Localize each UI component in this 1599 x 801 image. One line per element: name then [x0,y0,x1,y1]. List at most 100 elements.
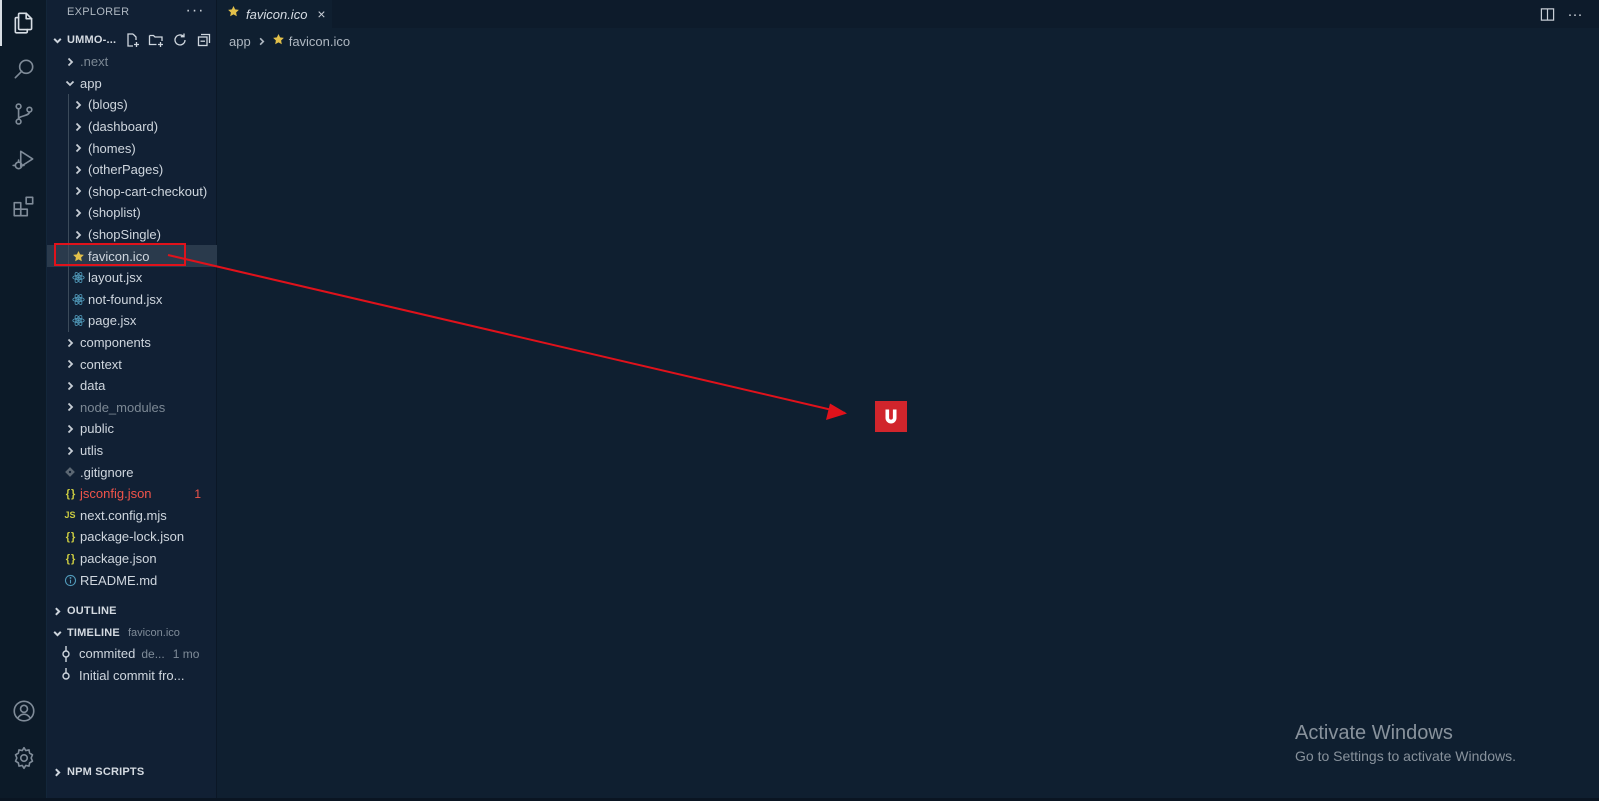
editor-tab-bar: favicon.ico × ··· [217,0,1599,28]
timeline-section-header[interactable]: TIMELINE favicon.ico [47,622,217,644]
tree-file[interactable]: layout.jsx [47,267,217,289]
tree-folder[interactable]: (otherPages) [47,159,217,181]
tree-folder[interactable]: components [47,332,217,354]
tab-favicon[interactable]: favicon.ico × [217,0,332,28]
tree-folder[interactable]: .next [47,51,217,73]
tree-item-label: (homes) [88,140,136,156]
run-debug-icon[interactable] [0,137,47,183]
search-icon[interactable] [0,46,47,92]
json-icon: { } [65,552,76,565]
npm-scripts-label: NPM SCRIPTS [67,766,145,778]
tree-folder[interactable]: public [47,418,217,440]
account-icon[interactable] [0,688,47,734]
collapse-all-icon[interactable] [193,30,215,50]
tree-item-label: .gitignore [80,464,134,480]
star-icon [227,5,240,23]
tree-item-label: page.jsx [88,313,137,329]
tree-folder[interactable]: (shop-cart-checkout) [47,181,217,203]
react-icon [70,314,86,327]
tree-file[interactable]: .gitignore [47,461,217,483]
source-control-icon[interactable] [0,91,47,137]
chevron-right-icon [70,186,86,196]
tree-item-label: package-lock.json [80,529,185,545]
tree-item-label: README.md [80,572,158,588]
tree-file[interactable]: JS next.config.mjs [47,505,217,527]
tree-item-label: .next [80,54,109,70]
settings-gear-icon[interactable] [0,735,47,781]
tree-folder[interactable]: (dashboard) [47,116,217,138]
split-editor-icon[interactable] [1537,4,1557,24]
tree-item-label: (blogs) [88,97,128,113]
timeline-entry[interactable]: Initial commit fro... [47,665,217,686]
timeline-entry[interactable]: commited de... 1 mo [47,643,217,664]
tree-item-label: utlis [80,443,104,459]
tree-file[interactable]: not-found.jsx [47,289,217,311]
activity-bar [0,0,47,801]
tree-item-label: package.json [80,551,157,567]
tree-file[interactable]: favicon.ico [47,245,217,267]
windows-activation-watermark: Activate Windows Go to Settings to activ… [1295,722,1516,764]
tree-item-label: node_modules [80,399,166,415]
star-icon [70,250,86,263]
breadcrumb-item-file[interactable]: favicon.ico [289,34,350,49]
refresh-icon[interactable] [169,30,191,50]
explorer-icon[interactable] [0,0,47,46]
close-icon[interactable]: × [317,6,325,22]
timeline-label: TIMELINE [67,627,120,639]
chevron-right-icon [70,165,86,175]
problem-count-badge: 1 [194,486,201,501]
tree-folder[interactable]: (homes) [47,137,217,159]
chevron-right-icon [62,446,78,456]
favicon-u-logo [885,409,897,423]
commit-icon [59,645,73,662]
tree-folder[interactable]: (blogs) [47,94,217,116]
more-actions-icon[interactable]: ··· [183,0,207,22]
explorer-title: EXPLORER [67,6,130,18]
tree-item-label: layout.jsx [88,270,143,286]
tree-folder[interactable]: utlis [47,440,217,462]
tree-item-label: next.config.mjs [80,507,167,523]
tree-folder[interactable]: node_modules [47,397,217,419]
tree-item-label: (otherPages) [88,162,164,178]
chevron-right-icon [62,402,78,412]
tree-folder[interactable]: (shoplist) [47,202,217,224]
breadcrumb-item-app[interactable]: app [229,34,251,49]
git-icon [62,466,78,478]
npm-scripts-section-header[interactable]: NPM SCRIPTS [47,761,217,783]
tree-folder[interactable]: app [47,73,217,95]
project-section-header[interactable]: UMMO-... [47,29,217,51]
info-icon [62,574,78,587]
extensions-icon[interactable] [0,184,47,230]
new-folder-icon[interactable] [145,30,167,50]
chevron-right-icon [70,143,86,153]
tree-file[interactable]: { } package.json [47,548,217,570]
timeline-message: Initial commit fro... [79,668,185,683]
explorer-sidebar: EXPLORER ··· UMMO-... .next app (blogs) (da… [47,0,217,801]
tree-file[interactable]: README.md [47,569,217,591]
chevron-down-icon [47,628,67,639]
js-icon: JS [64,510,76,521]
tree-folder[interactable]: context [47,353,217,375]
chevron-right-icon [62,424,78,434]
chevron-right-icon [70,230,86,240]
favicon-preview-image [875,401,907,432]
outline-label: OUTLINE [67,605,117,617]
tree-folder[interactable]: (shopSingle) [47,224,217,246]
watermark-title: Activate Windows [1295,722,1453,744]
tree-file[interactable]: { } package-lock.json [47,526,217,548]
json-icon: { } [65,487,76,500]
tree-item-label: jsconfig.json [80,486,152,502]
tree-item-label: (shoplist) [88,205,141,221]
json-icon: { } [65,530,76,543]
chevron-down-icon [62,78,78,88]
annotation-arrow [167,254,847,420]
tree-file[interactable]: page.jsx [47,310,217,332]
commit-icon [59,667,73,684]
tree-item-label: favicon.ico [88,248,150,264]
new-file-icon[interactable] [121,30,143,50]
tree-folder[interactable]: data [47,375,217,397]
tree-file[interactable]: { } jsconfig.json 1 [47,483,217,505]
chevron-right-icon [62,338,78,348]
outline-section-header[interactable]: OUTLINE [47,600,217,622]
more-actions-icon[interactable]: ··· [1565,4,1585,24]
